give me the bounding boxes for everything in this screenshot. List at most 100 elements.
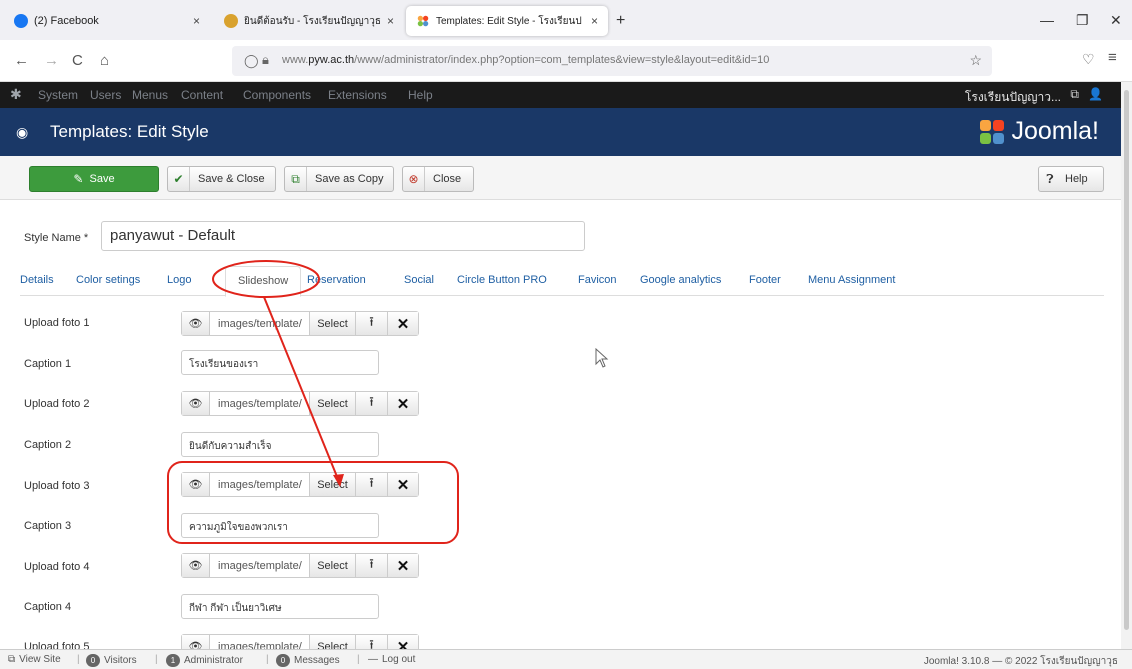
page-scrollbar[interactable] (1121, 82, 1132, 649)
menu-extensions[interactable]: Extensions (328, 88, 387, 102)
tab-logo[interactable]: Logo (167, 274, 191, 286)
caption-4-label: Caption 4 (24, 601, 72, 613)
upload-foto-4-field: 👁 images/template/ Select ⭱ ✕ (181, 553, 419, 578)
tab-slideshow[interactable]: Slideshow (225, 266, 302, 297)
pocket-icon[interactable]: ♡ (1082, 51, 1095, 68)
joomla-mark-icon (980, 119, 1005, 144)
save-button[interactable]: ✎ Save (29, 166, 159, 192)
status-separator: | (77, 654, 80, 665)
help-button[interactable]: ❓︎ Help (1038, 166, 1104, 192)
admins-count-badge: 1 (166, 654, 180, 667)
upload-icon[interactable]: ⭱ (356, 473, 388, 496)
minimize-button[interactable]: — (1040, 12, 1054, 28)
scrollbar-thumb[interactable] (1124, 90, 1129, 630)
upload-foto-3-field: 👁 images/template/ Select ⭱ ✕ (181, 472, 419, 497)
clear-icon[interactable]: ✕ (388, 554, 418, 577)
media-path: images/template/ (210, 312, 310, 335)
administrator-link[interactable]: 1 Administrator (166, 654, 243, 667)
view-site-link[interactable]: ⧉ View Site (8, 654, 61, 665)
menu-menus[interactable]: Menus (132, 88, 168, 102)
clear-icon[interactable]: ✕ (388, 473, 418, 496)
page-header: ◉ Templates: Edit Style Joomla! (0, 108, 1121, 156)
upload-icon[interactable]: ⭱ (356, 392, 388, 415)
edit-style-form: Style Name * panyawut - Default Details … (0, 200, 1121, 659)
url-bar[interactable]: ◯ 🔒︎ www.pyw.ac.th/www/administrator/ind… (232, 46, 992, 76)
status-bar: ⧉ View Site | 0 Visitors | 1 Administrator … (0, 649, 1132, 669)
tab-social[interactable]: Social (404, 274, 434, 286)
external-link-icon[interactable]: ⧉ (1070, 87, 1079, 102)
select-button[interactable]: Select (310, 554, 356, 577)
preview-eye-icon[interactable]: 👁 (182, 392, 210, 415)
style-name-label: Style Name * (24, 232, 89, 244)
caption-1-label: Caption 1 (24, 358, 72, 370)
home-button[interactable]: ⌂ (100, 52, 109, 69)
caption-1-input[interactable]: โรงเรียนของเรา (181, 350, 379, 375)
window-close-button[interactable]: ✕ (1110, 12, 1122, 29)
style-name-input[interactable]: panyawut - Default (101, 221, 585, 251)
select-button[interactable]: Select (310, 473, 356, 496)
upload-foto-2-field: 👁 images/template/ Select ⭱ ✕ (181, 391, 419, 416)
reload-button[interactable]: C (72, 52, 83, 69)
bookmark-star-icon[interactable]: ☆ (969, 52, 982, 69)
visitors-link[interactable]: 0 Visitors (86, 654, 137, 667)
caption-4-input[interactable]: กีฬา กีฬา เป็นยาวิเศษ (181, 594, 379, 619)
close-button[interactable]: ⊗ Close (402, 166, 474, 192)
menu-components[interactable]: Components (243, 88, 311, 102)
joomla-admin-menu: ✱ System Users Menus Content Components … (0, 82, 1121, 108)
question-icon: ❓︎ (1046, 171, 1054, 186)
menu-users[interactable]: Users (90, 88, 121, 102)
tab-footer[interactable]: Footer (749, 274, 781, 286)
forward-button[interactable]: → (44, 52, 59, 69)
url-text[interactable]: www.pyw.ac.th/www/administrator/index.ph… (282, 54, 769, 66)
preview-eye-icon[interactable]: 👁 (182, 473, 210, 496)
close-tab-icon[interactable]: × (193, 14, 200, 28)
caption-2-label: Caption 2 (24, 439, 72, 451)
select-button[interactable]: Select (310, 392, 356, 415)
logout-link[interactable]: — Log out (368, 654, 415, 665)
tab-menu-assignment[interactable]: Menu Assignment (808, 274, 895, 286)
save-as-copy-button[interactable]: ⧉ Save as Copy (284, 166, 394, 192)
messages-link[interactable]: 0 Messages (276, 654, 340, 667)
joomla-logo-icon[interactable]: ✱ (10, 86, 22, 103)
restore-button[interactable]: ❐ (1076, 12, 1089, 29)
preview-eye-icon[interactable]: 👁 (182, 554, 210, 577)
close-tab-icon[interactable]: × (591, 14, 598, 28)
new-tab-button[interactable]: + (616, 12, 625, 30)
upload-icon[interactable]: ⭱ (356, 554, 388, 577)
site-name-link[interactable]: โรงเรียนปัญญาว... (965, 88, 1061, 107)
tab-google-analytics[interactable]: Google analytics (640, 274, 721, 286)
copy-icon: ⧉ (285, 167, 307, 191)
clear-icon[interactable]: ✕ (388, 312, 418, 335)
tab-color-settings[interactable]: Color setings (76, 274, 140, 286)
form-tabs: Details Color setings Logo Slideshow Res… (20, 266, 1104, 297)
save-close-button[interactable]: ✔ Save & Close (167, 166, 276, 192)
tab-favicon[interactable]: Favicon (578, 274, 617, 286)
visitors-count-badge: 0 (86, 654, 100, 667)
caption-2-input[interactable]: ยินดีกับความสำเร็จ (181, 432, 379, 457)
menu-help[interactable]: Help (408, 88, 433, 102)
user-menu-icon[interactable]: 👤 (1088, 87, 1103, 101)
tab-details[interactable]: Details (20, 274, 54, 286)
browser-tab-facebook[interactable]: (2) Facebook × (4, 6, 210, 36)
caption-3-input[interactable]: ความภูมิใจของพวกเรา (181, 513, 379, 538)
save-label: Save (89, 173, 115, 185)
browser-tab-templates[interactable]: Templates: Edit Style - โรงเรียนป × (406, 6, 608, 36)
upload-icon[interactable]: ⭱ (356, 312, 388, 335)
select-button[interactable]: Select (310, 312, 356, 335)
menu-system[interactable]: System (38, 88, 78, 102)
save-copy-label: Save as Copy (315, 173, 384, 185)
brand-text: Joomla! (1011, 117, 1099, 145)
shield-icon: ◯ (244, 53, 259, 68)
close-tab-icon[interactable]: × (387, 14, 394, 28)
joomla-favicon-icon (417, 15, 429, 27)
menu-content[interactable]: Content (181, 88, 223, 102)
preview-eye-icon[interactable]: 👁 (182, 312, 210, 335)
school-favicon-icon (224, 14, 238, 28)
tab-circle-button-pro[interactable]: Circle Button PRO (457, 274, 547, 286)
cancel-circle-icon: ⊗ (403, 167, 425, 191)
clear-icon[interactable]: ✕ (388, 392, 418, 415)
hamburger-menu-icon[interactable]: ≡ (1108, 49, 1117, 66)
browser-tab-welcome[interactable]: ยินดีต้อนรับ - โรงเรียนปัญญาวุธ × (214, 6, 404, 36)
tab-reservation[interactable]: Reservation (307, 274, 366, 286)
back-button[interactable]: ← (14, 52, 29, 69)
